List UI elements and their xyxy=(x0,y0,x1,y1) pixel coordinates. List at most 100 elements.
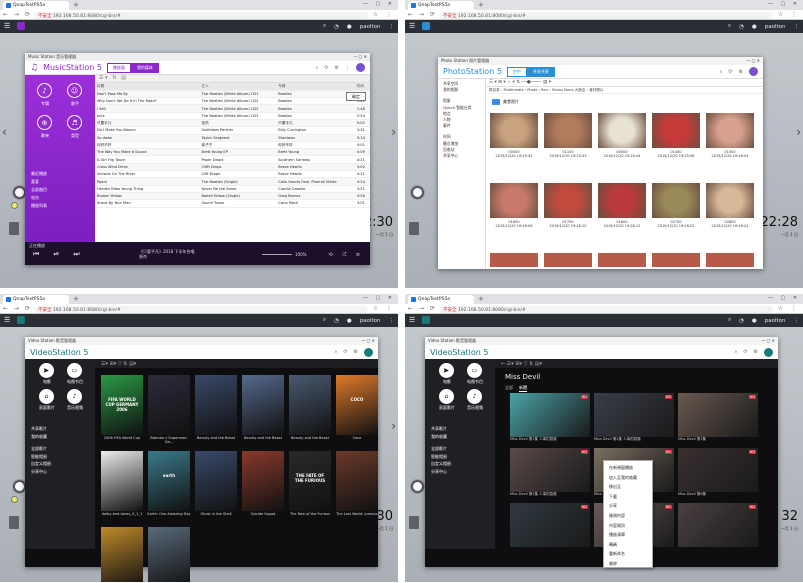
photo-thumbnail[interactable] xyxy=(490,253,538,267)
track-row[interactable]: Cross Wind Drive Clifft Drops Brave Hearts… xyxy=(95,163,370,172)
movie-poster[interactable]: THE FATE OF THE FURIOUS xyxy=(289,451,331,511)
episode-card[interactable]: HD xyxy=(594,393,674,437)
menu-icon[interactable]: ☰ xyxy=(4,316,13,324)
refresh-icon[interactable]: ⟳ xyxy=(743,349,747,355)
sidebar-item[interactable]: 播放列表 xyxy=(31,202,47,210)
sidebar-item[interactable]: 电台 xyxy=(31,194,47,202)
refresh-icon[interactable]: ⟳ xyxy=(324,65,328,71)
artist-icon[interactable]: ☺ xyxy=(67,83,82,98)
home-video-icon[interactable]: ⌂ xyxy=(439,389,454,404)
episode-card[interactable]: HD xyxy=(678,503,758,547)
settings-icon[interactable]: ⚙ xyxy=(754,349,758,355)
movie-poster[interactable] xyxy=(101,451,143,511)
photo-thumbnail[interactable] xyxy=(598,183,646,218)
track-row[interactable]: Don't Pass Me By The Beatles (White Album… xyxy=(95,90,370,99)
track-row[interactable]: Julia The Beatles (White Album) CD2 Beatle… xyxy=(95,112,370,121)
context-menu-item[interactable]: 檢視內容 xyxy=(609,511,647,521)
prev-arrow-icon[interactable]: ‹ xyxy=(2,125,7,139)
genre-icon[interactable]: ♬ xyxy=(67,115,82,130)
episode-card[interactable]: HD xyxy=(678,393,758,437)
movie-icon[interactable]: ▶ xyxy=(439,363,454,378)
settings-icon[interactable]: ⚙ xyxy=(335,65,339,71)
window-close-icon[interactable]: — ▢ ✕ xyxy=(746,58,760,64)
sidebar-item[interactable]: 喜爱 xyxy=(31,178,47,186)
photo-thumbnail[interactable] xyxy=(490,183,538,218)
photo-thumbnail[interactable] xyxy=(598,113,646,148)
context-menu-item[interactable]: 轉碼 xyxy=(609,540,647,550)
browser-menu-icon[interactable]: ☆ ⋮ xyxy=(373,305,395,312)
context-menu-item[interactable]: 內容資訊 xyxy=(609,521,647,531)
window-controls[interactable]: — ▢ ✕ xyxy=(363,1,395,7)
tab-space[interactable]: 空中 xyxy=(506,66,527,77)
volume-slider[interactable] xyxy=(262,254,292,255)
next-arrow-icon[interactable]: › xyxy=(391,419,396,433)
browser-menu-icon[interactable]: ☆ ⋮ xyxy=(778,305,800,312)
track-row[interactable]: The Way You Make It Sound Brett Young EP B… xyxy=(95,148,370,157)
sidebar-item[interactable]: 智能相册 xyxy=(431,453,451,461)
movie-poster[interactable] xyxy=(289,375,331,435)
sidebar-item[interactable]: 自定义相册 xyxy=(431,460,451,468)
refresh-icon[interactable]: ⟳ xyxy=(728,69,732,75)
player-controls[interactable]: ⏮ ⏯ ⏭ xyxy=(33,250,86,259)
tab-player[interactable]: 播放器 xyxy=(106,62,131,73)
sidebar-item[interactable]: 全部曲目 xyxy=(31,186,47,194)
sidebar-item[interactable]: 智能相册 xyxy=(31,453,51,461)
tab-news[interactable]: 新聞 xyxy=(519,385,527,392)
more-icon[interactable]: ⋮ xyxy=(389,24,395,30)
photo-thumbnail[interactable] xyxy=(598,253,646,267)
photo-mode-tabs[interactable]: 空中 共享共享 xyxy=(506,66,555,77)
album-icon[interactable]: ♪ xyxy=(37,83,52,98)
url-input[interactable]: 不安全 192.168.50.81:8080/cgi-bin/# xyxy=(439,305,773,313)
episode-card[interactable]: HD xyxy=(510,448,590,492)
photo-thumbnail[interactable] xyxy=(706,253,754,267)
sidebar-item[interactable]: 我的收藏 xyxy=(31,433,51,441)
track-row[interactable]: A Girl Hip Touch Paper Drops Southern Sorr… xyxy=(95,155,370,164)
track-row[interactable]: 你好不好 徐子宁 你好不好 4:01 xyxy=(95,141,370,150)
track-row[interactable]: I Will The Beatles (White Album) CD2 Beatl… xyxy=(95,104,370,113)
sidebar-item[interactable]: 最近播放 xyxy=(31,170,47,178)
menu-icon[interactable]: ☰ xyxy=(409,316,418,324)
window-close-icon[interactable]: — ▢ ✕ xyxy=(353,54,367,60)
music-video-icon[interactable]: ♪ xyxy=(67,389,82,404)
window-close-icon[interactable]: — ▢ ✕ xyxy=(761,338,775,344)
photo-thumbnail[interactable] xyxy=(652,253,700,267)
new-tab-button[interactable]: + xyxy=(478,295,484,303)
movie-poster[interactable]: earth xyxy=(148,451,190,511)
track-row[interactable]: Broken Yellow Bobell Yellow (Single) Greg … xyxy=(95,192,370,201)
sidebar-item[interactable]: 分享中心 xyxy=(431,468,451,476)
sidebar-item[interactable]: 我的收藏 xyxy=(431,433,451,441)
sidebar-item[interactable]: 自定义相册 xyxy=(31,460,51,468)
playlist-icon[interactable]: ⊕ xyxy=(37,115,52,130)
avatar[interactable] xyxy=(356,63,365,72)
nav-buttons[interactable]: ← → ⟳ xyxy=(3,305,32,312)
tv-icon[interactable]: ▭ xyxy=(67,363,82,378)
user-icon[interactable]: ● xyxy=(347,24,352,30)
music-video-icon[interactable]: ♪ xyxy=(467,389,482,404)
next-arrow-icon[interactable]: › xyxy=(391,125,396,139)
context-menu-item[interactable]: 在新視窗播放 xyxy=(609,463,647,473)
more-icon[interactable]: ⋮ xyxy=(345,65,350,71)
toolbar[interactable]: ← ☰▾ ⊞▾ ▽ ⇅ ▤▾ xyxy=(495,359,778,368)
nav-buttons[interactable]: ← → ⟳ xyxy=(408,11,437,18)
movie-poster[interactable] xyxy=(148,375,190,435)
movie-poster[interactable] xyxy=(101,527,143,582)
track-row[interactable]: Harden Bites Young Thing Never Be the Sam… xyxy=(95,185,370,193)
new-tab-button[interactable]: + xyxy=(73,1,79,9)
avatar[interactable] xyxy=(749,67,758,76)
sidebar-item[interactable]: 共享中心 xyxy=(443,153,480,159)
search-icon[interactable]: ⌕ xyxy=(335,349,338,355)
window-controls[interactable]: — ▢ ✕ xyxy=(768,1,800,7)
confirm-button[interactable]: 确定 xyxy=(346,92,366,101)
search-icon[interactable]: ⌕ xyxy=(735,349,738,355)
nav-buttons[interactable]: ← → ⟳ xyxy=(3,11,32,18)
sidebar-list[interactable]: 共享影片 我的收藏 全部影片 智能相册 自定义相册 分享中心 xyxy=(31,425,51,475)
context-menu-item[interactable]: 重新命名 xyxy=(609,549,647,559)
toolbar[interactable]: ☰ ▾ ⇅ ▤ xyxy=(95,75,370,83)
window-close-icon[interactable]: — ▢ ✕ xyxy=(361,338,375,344)
movie-poster[interactable] xyxy=(195,375,237,435)
photo-thumbnail[interactable] xyxy=(652,113,700,148)
toolbar[interactable]: ☰▾ ⊞▾ ▽ ⇅ ▤▾ xyxy=(95,359,378,368)
home-video-icon[interactable]: ⌂ xyxy=(39,389,54,404)
search-icon[interactable]: ⌕ xyxy=(316,65,319,71)
context-menu-item[interactable]: 加入至我的收藏 xyxy=(609,473,647,483)
